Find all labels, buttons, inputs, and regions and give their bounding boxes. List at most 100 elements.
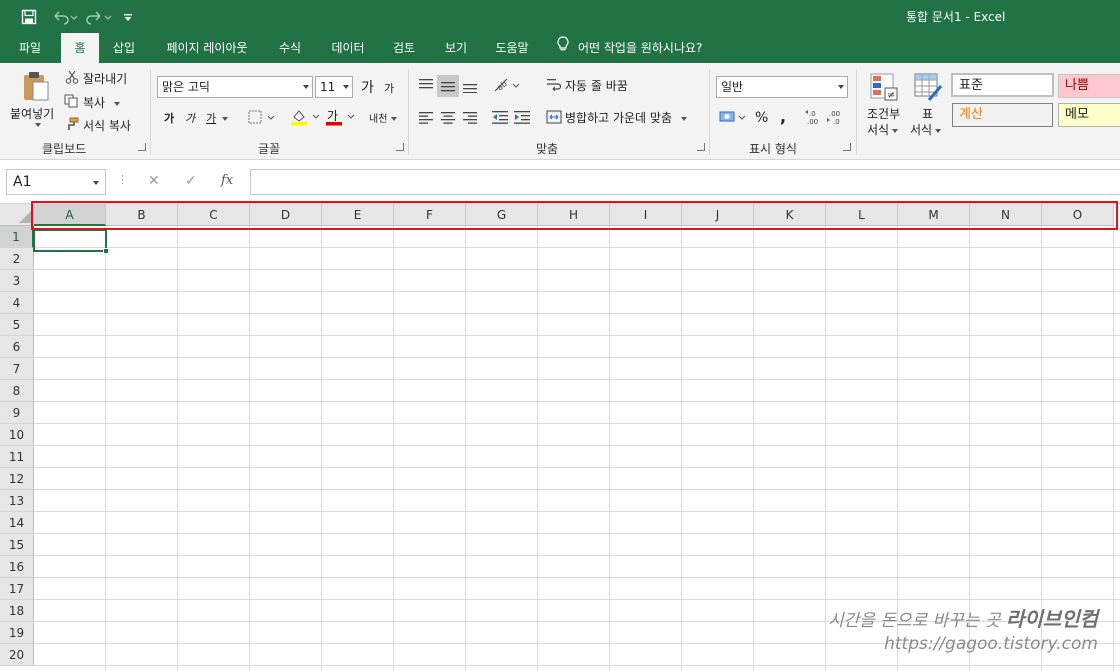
row-header-6[interactable]: 6	[0, 336, 34, 358]
wrap-text-button[interactable]: 자동 줄 바꿈	[565, 77, 628, 94]
conditional-formatting-line1[interactable]: 조건부	[867, 105, 900, 122]
align-middle-icon[interactable]	[437, 75, 459, 97]
number-format-select[interactable]: 일반	[716, 76, 848, 98]
column-header-g[interactable]: G	[466, 204, 538, 226]
tab-home[interactable]: 홈	[61, 33, 99, 63]
font-color-icon[interactable]: 가	[323, 107, 357, 127]
font-name-select[interactable]: 맑은 고딕	[157, 76, 313, 98]
column-header-k[interactable]: K	[754, 204, 826, 226]
accounting-format-icon[interactable]	[718, 107, 750, 127]
format-as-table-line1[interactable]: 표	[922, 105, 933, 122]
tab-page-layout[interactable]: 페이지 레이아웃	[155, 33, 259, 63]
customize-qat-icon[interactable]	[120, 6, 136, 28]
style-note[interactable]: 메모	[1058, 103, 1120, 127]
format-painter-button[interactable]: 서식 복사	[83, 117, 131, 134]
row-header-1[interactable]: 1	[0, 226, 34, 248]
alignment-launcher-icon[interactable]	[697, 143, 705, 151]
column-header-e[interactable]: E	[322, 204, 394, 226]
redo-icon[interactable]	[84, 6, 114, 28]
cancel-entry-icon[interactable]: ✕	[148, 173, 160, 189]
paste-dropdown-icon[interactable]	[30, 121, 42, 129]
comma-style-button[interactable]: ,	[780, 107, 786, 126]
column-header-a[interactable]: A	[34, 204, 106, 226]
column-header-i[interactable]: I	[610, 204, 682, 226]
increase-indent-icon[interactable]	[512, 107, 532, 127]
row-header-19[interactable]: 19	[0, 622, 34, 644]
style-normal[interactable]: 표준	[951, 73, 1054, 97]
column-header-l[interactable]: L	[826, 204, 898, 226]
tab-insert[interactable]: 삽입	[104, 33, 144, 63]
undo-icon[interactable]	[50, 6, 80, 28]
row-header-16[interactable]: 16	[0, 556, 34, 578]
decrease-indent-icon[interactable]	[490, 107, 510, 127]
row-header-4[interactable]: 4	[0, 292, 34, 314]
row-header-12[interactable]: 12	[0, 468, 34, 490]
font-size-select[interactable]: 11	[315, 76, 353, 98]
grow-font-button[interactable]: 가	[361, 77, 374, 97]
row-header-7[interactable]: 7	[0, 358, 34, 380]
format-as-table-button[interactable]: 서식	[910, 121, 942, 138]
formula-input[interactable]	[250, 169, 1120, 195]
tab-formulas[interactable]: 수식	[268, 33, 312, 63]
active-cell-a1[interactable]	[33, 229, 107, 252]
underline-button[interactable]: 가	[206, 110, 229, 126]
tab-view[interactable]: 보기	[436, 33, 476, 63]
row-header-20[interactable]: 20	[0, 644, 34, 666]
tab-data[interactable]: 데이터	[322, 33, 374, 63]
tell-me-search[interactable]: 어떤 작업을 원하시나요?	[556, 33, 702, 63]
merge-center-button[interactable]: 병합하고 가운데 맞춤	[565, 109, 687, 126]
column-header-m[interactable]: M	[898, 204, 970, 226]
number-launcher-icon[interactable]	[843, 143, 851, 151]
orientation-icon[interactable]: ab	[492, 75, 522, 95]
style-bad[interactable]: 나쁨	[1058, 74, 1120, 98]
row-header-13[interactable]: 13	[0, 490, 34, 512]
fill-color-icon[interactable]	[288, 107, 322, 127]
tab-review[interactable]: 검토	[384, 33, 424, 63]
align-right-icon[interactable]	[460, 107, 480, 127]
paste-button[interactable]: 붙여넣기	[10, 105, 54, 122]
style-calculation[interactable]: 계산	[952, 103, 1053, 127]
column-header-b[interactable]: B	[106, 204, 178, 226]
row-header-15[interactable]: 15	[0, 534, 34, 556]
insert-function-icon[interactable]: fx	[221, 173, 233, 188]
shrink-font-button[interactable]: 가	[384, 80, 394, 96]
row-header-14[interactable]: 14	[0, 512, 34, 534]
row-header-2[interactable]: 2	[0, 248, 34, 270]
font-launcher-icon[interactable]	[396, 143, 404, 151]
bold-button[interactable]: 가	[164, 110, 174, 126]
clipboard-launcher-icon[interactable]	[138, 143, 146, 151]
worksheet-grid[interactable]: ABCDEFGHIJKLMNO 1 2 3 4 5 6 7 8 9 10 11 12 13 14 15 16 1…	[0, 204, 1120, 671]
column-header-n[interactable]: N	[970, 204, 1042, 226]
column-header-o[interactable]: O	[1042, 204, 1114, 226]
percent-style-button[interactable]: %	[755, 110, 768, 126]
row-header-11[interactable]: 11	[0, 446, 34, 468]
select-all-button[interactable]	[0, 204, 34, 226]
copy-button[interactable]: 복사	[83, 94, 121, 111]
row-header-18[interactable]: 18	[0, 600, 34, 622]
name-box[interactable]: A1	[6, 169, 106, 195]
row-header-9[interactable]: 9	[0, 402, 34, 424]
borders-icon[interactable]	[247, 108, 277, 126]
phonetic-button[interactable]: 내천	[369, 110, 398, 125]
column-header-h[interactable]: H	[538, 204, 610, 226]
row-header-5[interactable]: 5	[0, 314, 34, 336]
align-top-icon[interactable]	[416, 75, 436, 95]
align-left-icon[interactable]	[416, 107, 436, 127]
row-header-3[interactable]: 3	[0, 270, 34, 292]
fill-handle[interactable]	[103, 248, 109, 254]
conditional-formatting-button[interactable]: 서식	[867, 121, 899, 138]
cut-button[interactable]: 잘라내기	[83, 70, 127, 87]
align-bottom-icon[interactable]	[460, 75, 480, 97]
decrease-decimal-icon[interactable]: .00.0	[826, 107, 846, 127]
column-header-d[interactable]: D	[250, 204, 322, 226]
save-icon[interactable]	[18, 6, 40, 28]
row-header-10[interactable]: 10	[0, 424, 34, 446]
column-header-j[interactable]: J	[682, 204, 754, 226]
align-center-icon[interactable]	[438, 107, 458, 127]
column-header-f[interactable]: F	[394, 204, 466, 226]
confirm-entry-icon[interactable]: ✓	[185, 173, 197, 189]
tab-file[interactable]: 파일	[10, 33, 50, 63]
column-header-c[interactable]: C	[178, 204, 250, 226]
italic-button[interactable]: 가	[185, 110, 195, 126]
paste-icon[interactable]	[18, 69, 54, 103]
